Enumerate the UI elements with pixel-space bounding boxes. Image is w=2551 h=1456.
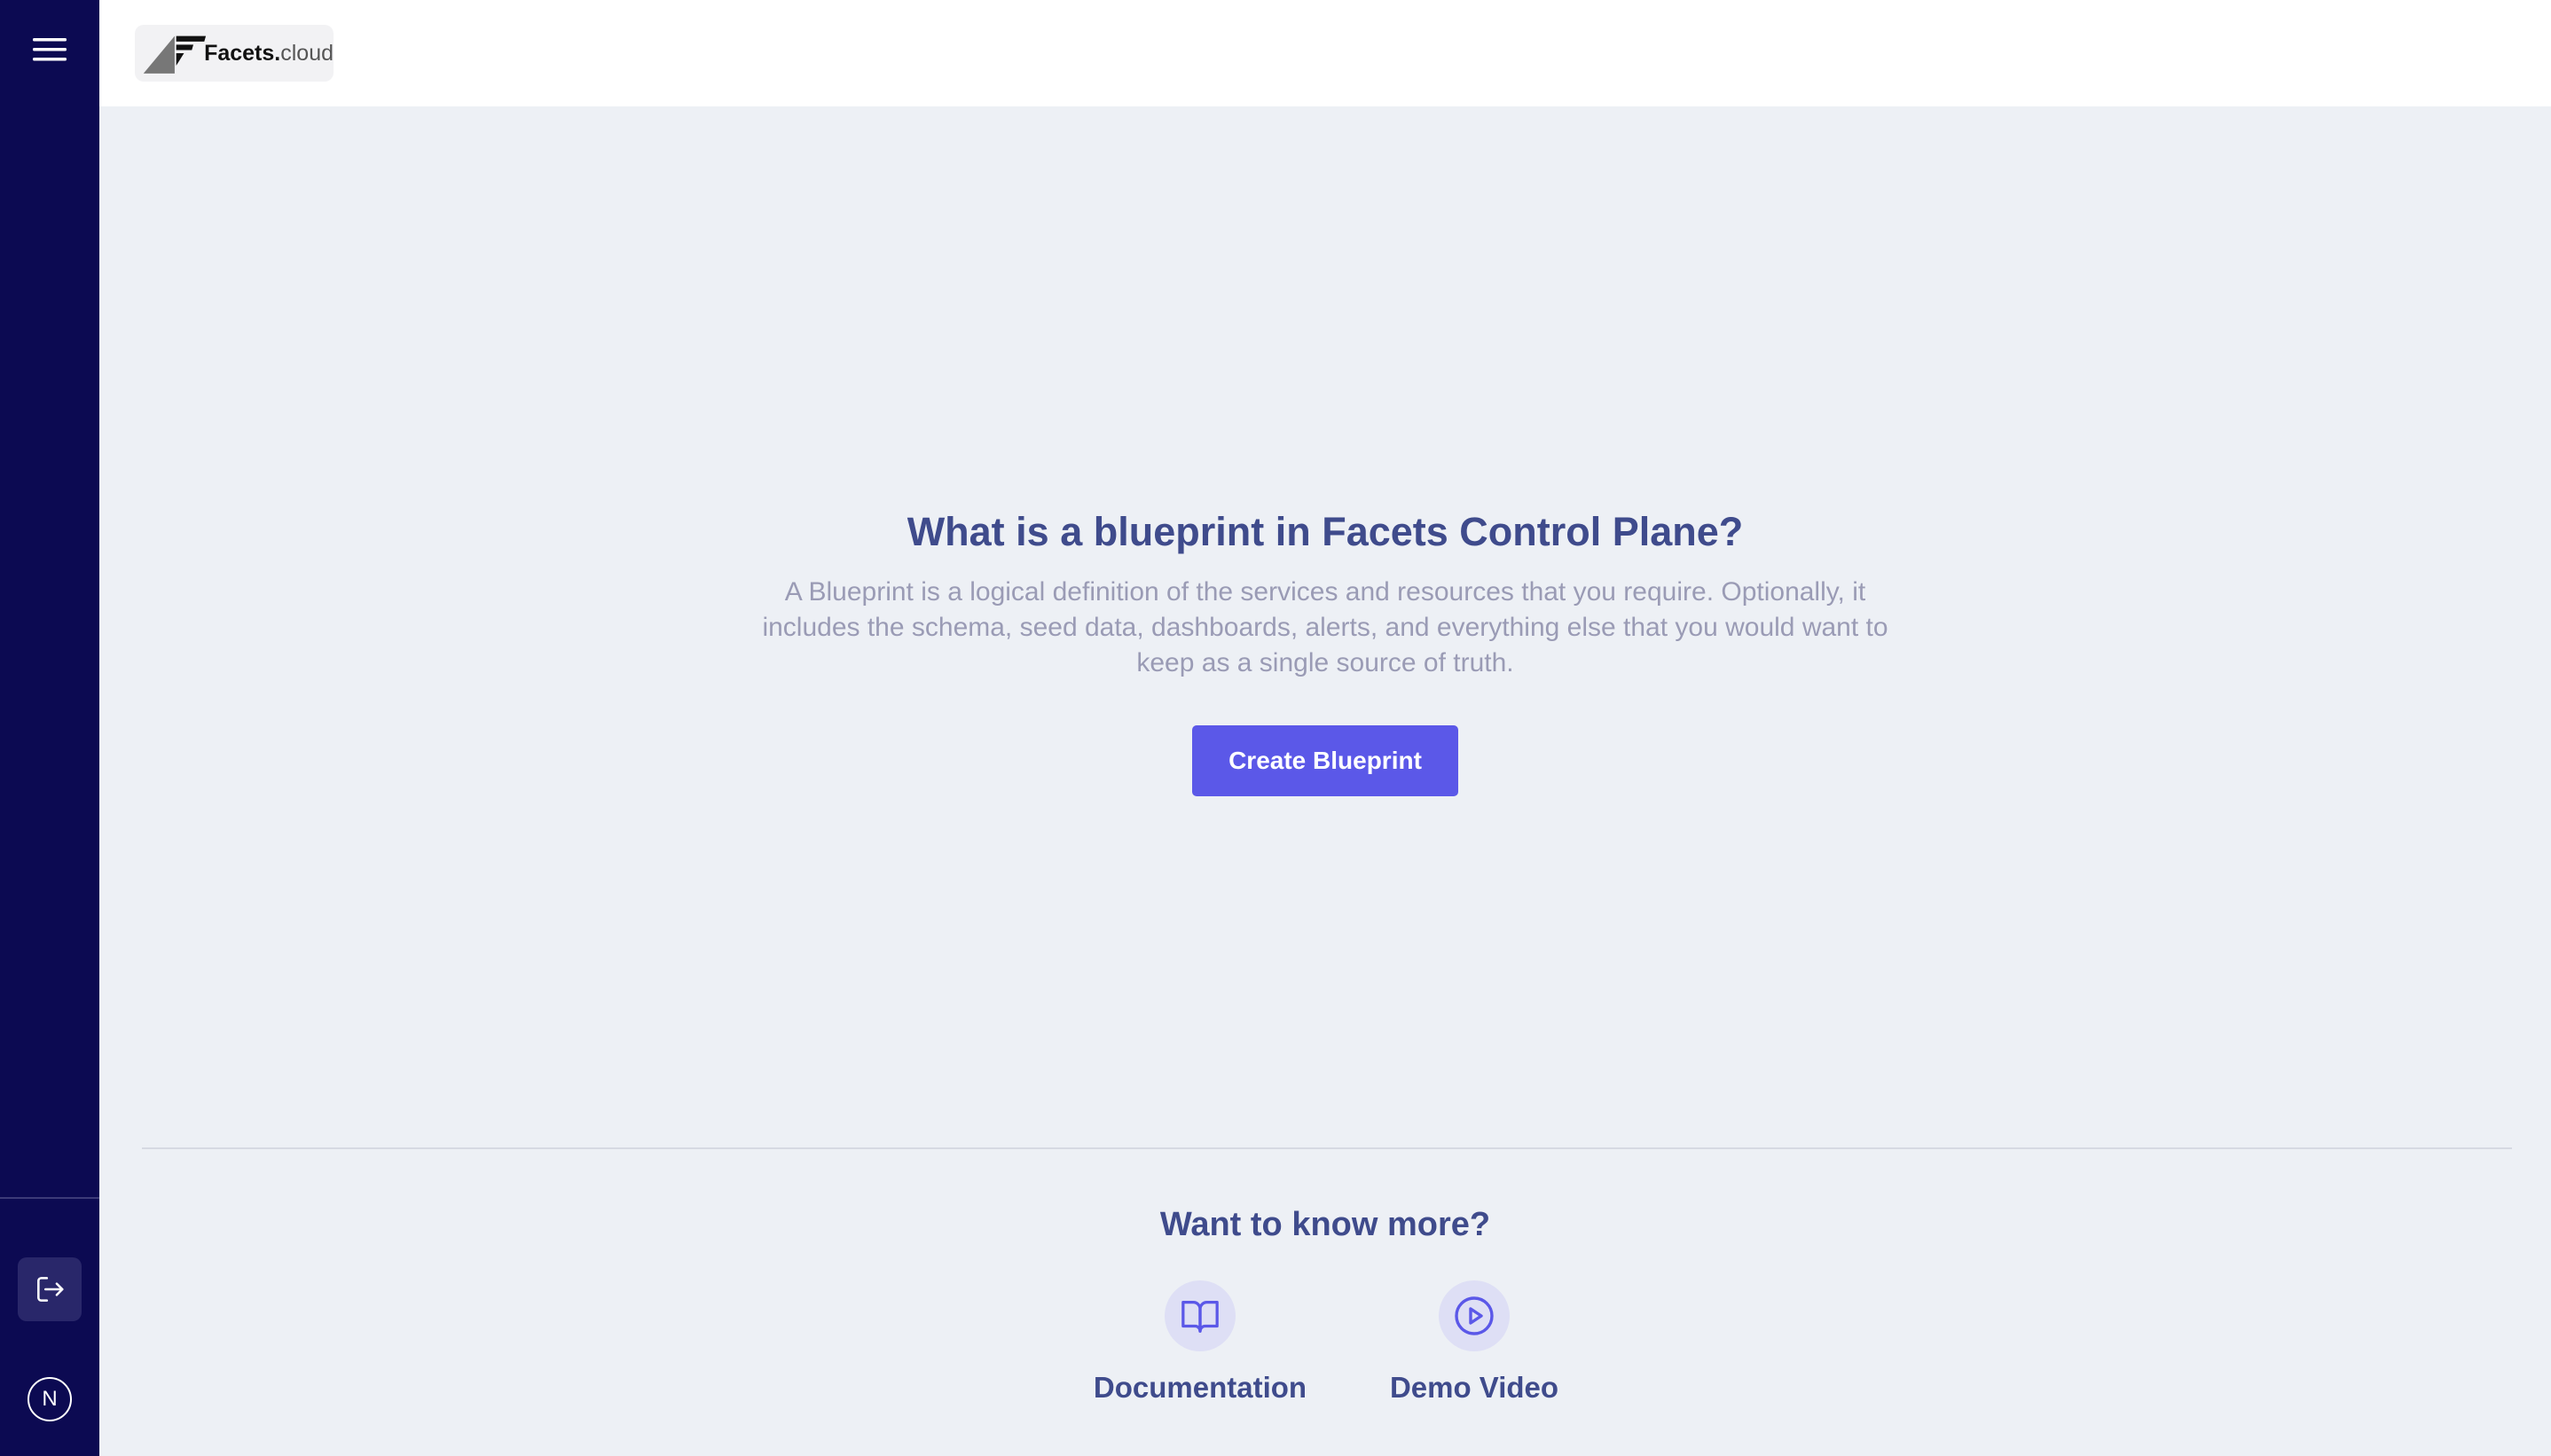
logout-button[interactable] [18,1257,82,1321]
demo-video-icon-wrap [1439,1280,1510,1351]
facets-logo[interactable]: Facets. cloud [135,25,334,82]
section-divider [142,1147,2512,1149]
hero-title: What is a blueprint in Facets Control Pl… [907,509,1744,554]
hero-description: A Blueprint is a logical definition of t… [762,577,1888,677]
main-content: What is a blueprint in Facets Control Pl… [99,106,2551,1456]
documentation-link[interactable]: Documentation [1067,1280,1333,1405]
top-bar: Facets. cloud [99,0,2551,106]
hamburger-menu-icon [33,38,67,61]
logo-text-sub: cloud [280,40,334,66]
more-info-title: Want to know more? [1159,1206,1491,1243]
empty-state-hero: What is a blueprint in Facets Control Pl… [99,505,2551,796]
demo-video-link[interactable]: Demo Video [1341,1280,1607,1405]
logo-text-main: Facets. [204,40,281,66]
play-circle-icon [1455,1296,1494,1335]
facets-logo-mark-icon [143,35,207,74]
demo-video-label: Demo Video [1389,1371,1559,1404]
menu-toggle-button[interactable] [25,32,75,67]
sidebar-divider [0,1197,99,1199]
book-open-icon [1181,1301,1219,1333]
user-avatar[interactable]: N [27,1377,72,1421]
create-blueprint-button[interactable]: Create Blueprint [1192,725,1458,796]
documentation-icon-wrap [1165,1280,1236,1351]
sidebar: N [0,0,99,1456]
avatar-initial: N [42,1387,58,1411]
logout-icon [37,1277,64,1302]
documentation-label: Documentation [1093,1371,1307,1404]
